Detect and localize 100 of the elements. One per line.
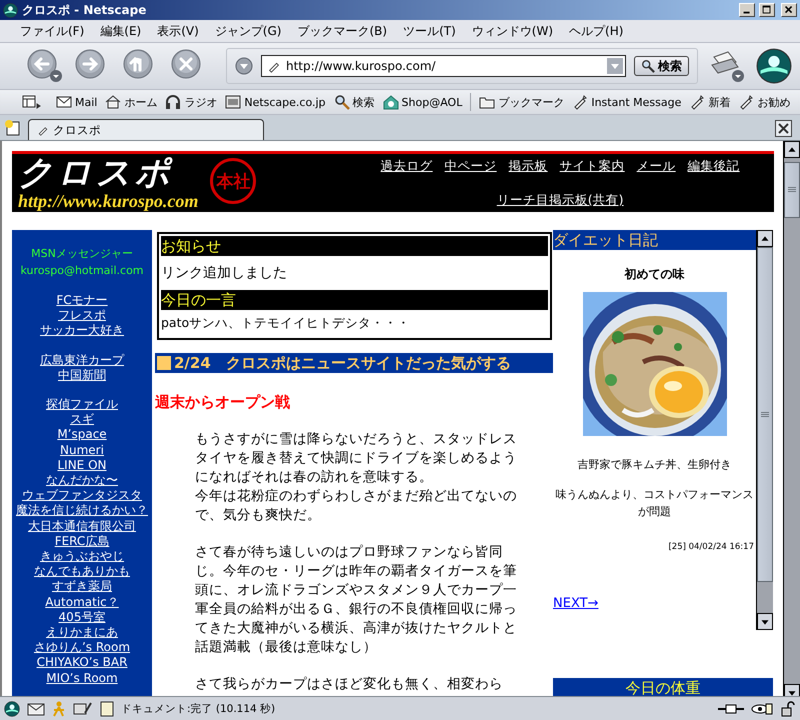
article-text: さて我らがカープはさほど変化も無く、相変わら	[195, 675, 504, 694]
menu-item[interactable]: 表示(V)	[157, 22, 199, 40]
sidebar-link[interactable]: 探偵ファイル	[46, 397, 118, 412]
headphones-icon	[165, 94, 182, 110]
sidebar-link[interactable]: Numeri	[60, 442, 104, 458]
person-icon	[52, 700, 66, 716]
entry-meta: [25] 04/02/24 16:17	[668, 542, 754, 552]
toolbar-link[interactable]: ラジオ	[165, 94, 218, 110]
grip-icon	[761, 412, 769, 418]
composer-icon	[73, 700, 93, 716]
sidebar-link[interactable]: FERC広島	[54, 534, 110, 550]
weight-heading: 今日の体重	[553, 678, 773, 696]
scroll-down-icon[interactable]	[784, 684, 800, 696]
minimize-button[interactable]	[739, 3, 755, 17]
toolbar-link[interactable]: Shop@AOL	[382, 94, 462, 110]
article-text: さて春が待ち遠しいのはプロ野球ファンなら皆同じ。今年のセ・リーグは昨年の覇者タイガースを筆頭に、オレ流ドラゴンズやスタメン９人でカープ一軍全員の給料が出るＧ、銀行の不良債権回収に帰ってきた大魔神がいる横浜、高津が抜けたヤクルトと話題満載（最後は意味なし）	[195, 543, 518, 657]
sidebar-link[interactable]: MIO’s Room	[46, 670, 118, 686]
browser-logo-icon	[3, 2, 18, 18]
sidebar-link[interactable]: 大日本通信有限公司	[28, 518, 136, 534]
sidebar-link[interactable]: 広島東洋カープ	[40, 352, 124, 368]
sidebar-link[interactable]: なんでもありかも	[34, 564, 130, 580]
mail-icon	[56, 94, 72, 110]
header-link[interactable]: サイト案内	[560, 158, 625, 175]
url-field[interactable]: http://www.kurospo.com/	[261, 55, 626, 77]
next-link[interactable]: NEXT→	[553, 596, 598, 611]
toolbar-link[interactable]: ブックマーク	[479, 94, 564, 110]
sidebar-link[interactable]: えりかまにあ	[46, 625, 118, 640]
sidebar-link[interactable]: CHIYAKO’s BAR	[36, 655, 128, 671]
sidebar-link[interactable]: きゅうぶおやじ	[40, 549, 124, 564]
entry-caption: 吉野家で豚キムチ丼、生卵付き	[576, 457, 732, 473]
menu-item[interactable]: ジャンプ(G)	[214, 22, 282, 40]
scroll-up-icon[interactable]	[784, 141, 800, 158]
sidebar-link[interactable]: さゆりん’s Room	[34, 640, 130, 656]
menu-item[interactable]: ウィンドウ(W)	[472, 22, 554, 40]
sidebar-link[interactable]: なんだかな〜	[46, 473, 118, 488]
close-button[interactable]	[781, 3, 797, 17]
article-text: もうさすがに雪は降らないだろうと、スタッドレスタイヤを履き替えて快調にドライブを楽しめるようになればそれは春の訪れを意味する。	[195, 430, 518, 487]
menu-item[interactable]: ファイル(F)	[20, 22, 84, 40]
new-tab-icon	[4, 119, 22, 137]
menu-item[interactable]: ブックマーク(B)	[297, 22, 388, 40]
menu-item[interactable]: 編集(E)	[100, 22, 142, 40]
dropdown-icon	[607, 58, 623, 74]
sidebar-link[interactable]: M’space	[57, 427, 107, 443]
header-link[interactable]: 過去ログ	[380, 158, 433, 175]
shop-icon	[382, 94, 399, 110]
quote-heading: 今日の一言	[161, 290, 548, 310]
scroll-down-icon[interactable]	[757, 613, 773, 630]
status-text: ドキュメント:完了 (10.114 秒)	[121, 702, 276, 716]
search-icon	[334, 94, 350, 110]
header-link[interactable]: リーチ目掲示板(共有)	[496, 192, 624, 209]
search-button[interactable]: 検索	[634, 56, 689, 76]
diary-scrollbar[interactable]	[756, 230, 773, 630]
window-title: クロスポ - Netscape	[22, 2, 148, 18]
mail-icon	[27, 700, 45, 716]
toolbar-link[interactable]: Netscape.co.jp	[225, 94, 326, 110]
sidebar-link[interactable]: LINE ON	[57, 458, 107, 474]
toolbar-link[interactable]: Instant Message	[572, 94, 682, 110]
sidebar-link[interactable]: 405号室	[58, 610, 106, 626]
site-logo: クロスポ	[18, 155, 175, 191]
back-button[interactable]	[26, 48, 64, 84]
sidebar-link[interactable]: 魔法を信じ続けるかい？	[16, 503, 148, 519]
sidebar-link[interactable]: FCモナー	[56, 293, 108, 308]
header-link[interactable]: 中ページ	[444, 158, 497, 175]
site-url: http://www.kurospo.com	[18, 191, 198, 211]
header-link[interactable]: 編集後記	[688, 158, 740, 175]
header-link[interactable]: メール	[636, 158, 676, 175]
toolbar-link[interactable]: 検索	[334, 94, 375, 110]
article-text: 今年は花粉症のわずらわしさがまだ殆ど出てないので、気分も爽快だ。	[195, 487, 518, 525]
tab[interactable]: クロスポ	[28, 119, 264, 140]
diary-heading: ダイエット日記	[553, 230, 756, 250]
menu-item[interactable]: ツール(T)	[403, 22, 456, 40]
scroll-up-icon[interactable]	[757, 230, 773, 247]
eye-icon	[751, 702, 773, 716]
messenger-label: MSNメッセンジャー	[31, 246, 133, 262]
page-scrollbar[interactable]	[783, 141, 800, 696]
grip-icon	[788, 187, 796, 193]
search-icon	[641, 59, 655, 73]
sidebar-link[interactable]: サッカー大好き	[40, 323, 124, 339]
sidebar-link[interactable]: Automatic？	[45, 594, 119, 610]
connection-icon	[718, 702, 744, 716]
history-dropdown-button[interactable]	[235, 57, 253, 75]
print-button[interactable]	[708, 49, 746, 83]
sidebar-link[interactable]: 中国新聞	[58, 368, 106, 384]
toolbar-link[interactable]: お勧め	[738, 94, 790, 110]
sidebar-link[interactable]: ウェブファンタジスタ	[22, 488, 142, 504]
header-link[interactable]: 掲示板	[508, 158, 548, 175]
close-tab-button[interactable]	[775, 120, 792, 137]
browser-logo-icon	[4, 700, 20, 716]
quote-text: patoサンハ、トテモイイヒトデシタ・・・	[161, 314, 412, 332]
my-page-icon	[225, 94, 242, 110]
sidebar-link[interactable]: すずき薬局	[52, 579, 112, 595]
sidebar-link[interactable]: スギ	[70, 412, 94, 428]
sidebar-link[interactable]: フレスポ	[58, 308, 106, 324]
menu-item[interactable]: ヘルプ(H)	[569, 22, 624, 40]
toolbar-link[interactable]: ホーム	[105, 94, 158, 110]
article-title: 2/24 クロスポはニュースサイトだった気がする	[174, 354, 511, 372]
toolbar-link[interactable]: 新着	[689, 94, 730, 110]
entry-comment: 味うんぬんより、コストパフォーマンスが問題	[554, 487, 754, 520]
maximize-button[interactable]	[759, 3, 775, 17]
toolbar-link[interactable]: Mail	[56, 94, 98, 110]
